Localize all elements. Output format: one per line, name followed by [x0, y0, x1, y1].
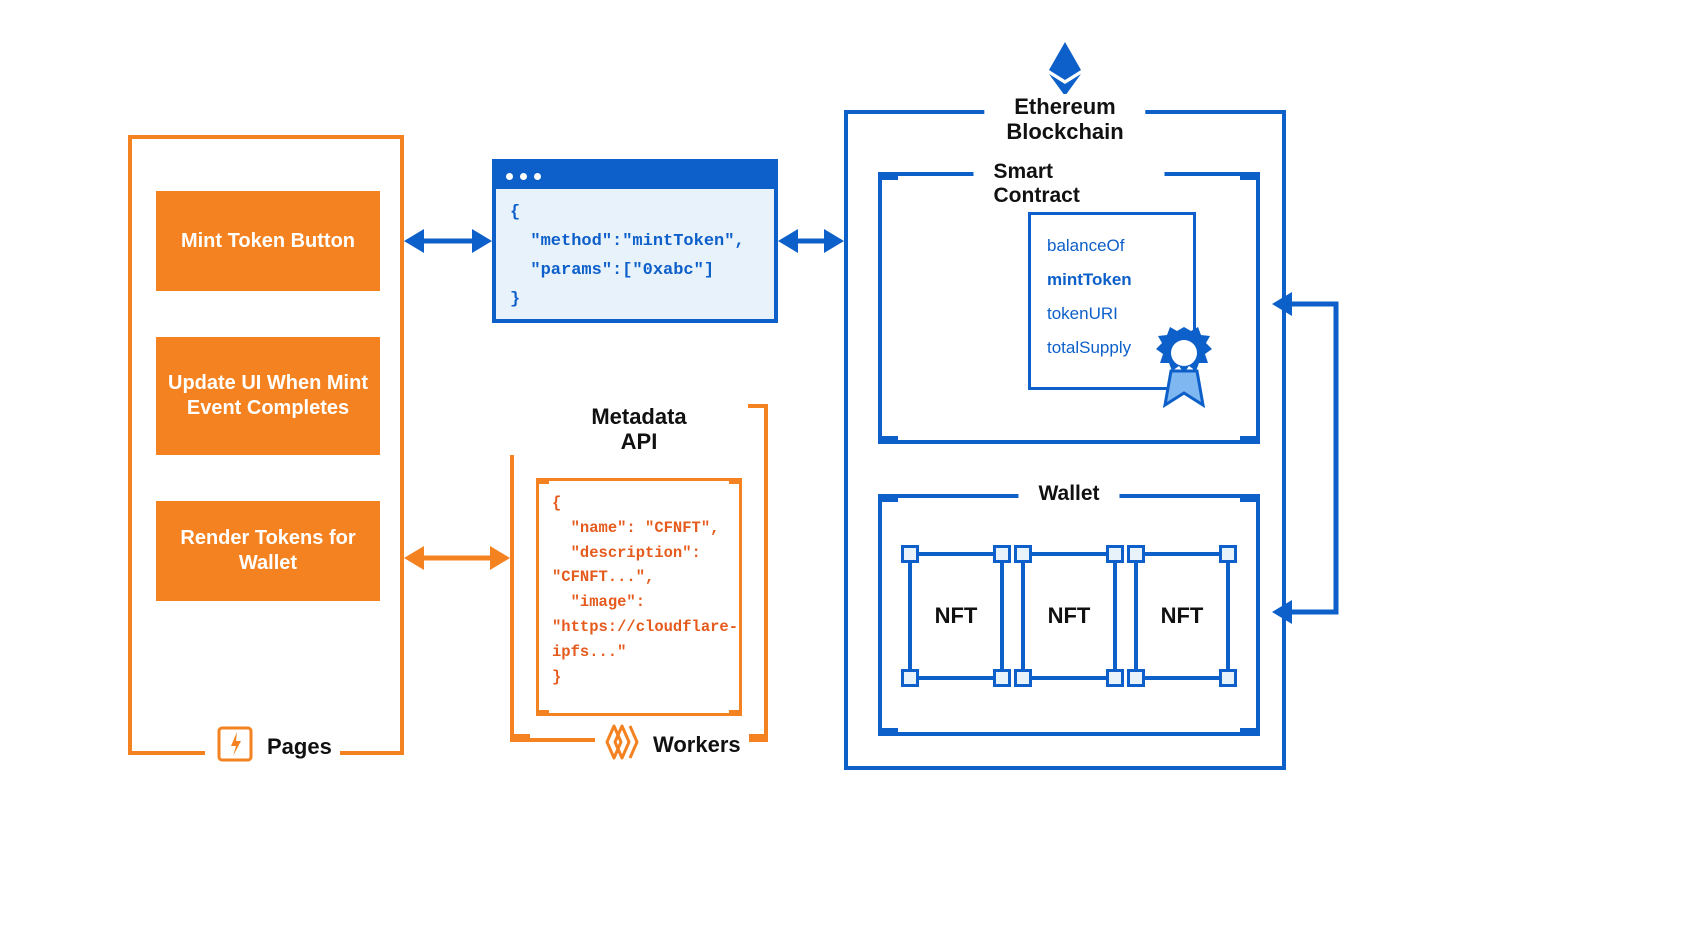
architecture-diagram: Mint Token Button Update UI When Mint Ev… — [0, 0, 1684, 940]
connectors — [0, 0, 1684, 940]
